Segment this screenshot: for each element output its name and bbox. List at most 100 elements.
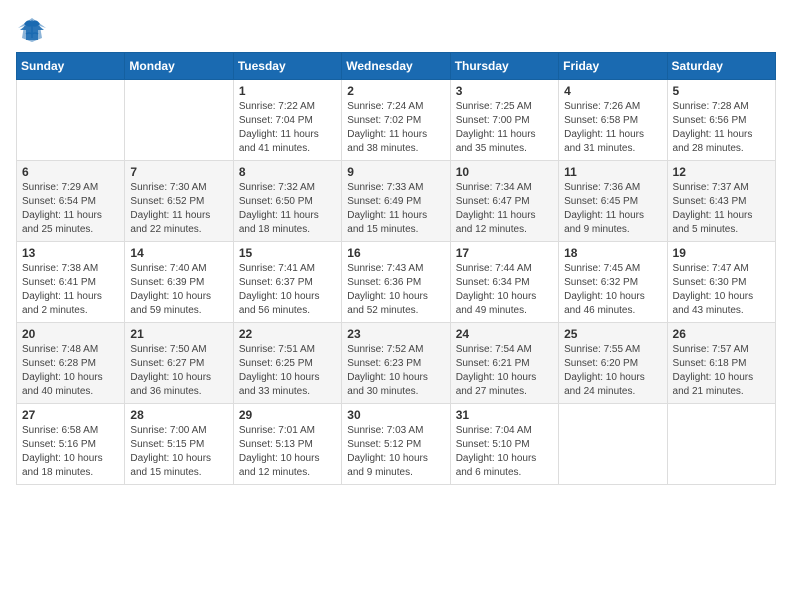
day-of-week-header: Wednesday bbox=[342, 53, 450, 80]
day-number: 26 bbox=[673, 327, 770, 341]
calendar-cell: 3Sunrise: 7:25 AM Sunset: 7:00 PM Daylig… bbox=[450, 80, 558, 161]
calendar-week-row: 6 Sunrise: 7:29 AM Sunset: 6:54 PM Daylig… bbox=[17, 161, 776, 242]
day-number: 23 bbox=[347, 327, 444, 341]
calendar-cell: 22 Sunrise: 7:51 AM Sunset: 6:25 PM Dayli… bbox=[233, 323, 341, 404]
calendar-cell bbox=[17, 80, 125, 161]
calendar-cell: 18Sunrise: 7:45 AM Sunset: 6:32 PM Dayli… bbox=[559, 242, 667, 323]
day-info: Sunrise: 7:36 AM Sunset: 6:45 PM Dayligh… bbox=[564, 181, 661, 237]
day-number: 22 bbox=[239, 327, 336, 341]
day-number: 24 bbox=[456, 327, 553, 341]
day-number: 3 bbox=[456, 84, 553, 98]
calendar-cell: 21Sunrise: 7:50 AM Sunset: 6:27 PM Dayli… bbox=[125, 323, 233, 404]
calendar-cell: 31 Sunrise: 7:04 AM Sunset: 5:10 PM Dayli… bbox=[450, 404, 558, 485]
day-info: Sunrise: 7:41 AM Sunset: 6:37 PM Dayligh… bbox=[239, 262, 336, 318]
day-info: Sunrise: 7:34 AM Sunset: 6:47 PM Dayligh… bbox=[456, 181, 553, 237]
calendar-cell: 13 Sunrise: 7:38 AM Sunset: 6:41 PM Dayli… bbox=[17, 242, 125, 323]
calendar-cell: 2Sunrise: 7:24 AM Sunset: 7:02 PM Daylig… bbox=[342, 80, 450, 161]
day-info: Sunrise: 7:55 AM Sunset: 6:20 PM Dayligh… bbox=[564, 343, 661, 399]
calendar-cell: 5 Sunrise: 7:28 AM Sunset: 6:56 PM Daylig… bbox=[667, 80, 775, 161]
day-of-week-header: Sunday bbox=[17, 53, 125, 80]
day-info: Sunrise: 7:47 AM Sunset: 6:30 PM Dayligh… bbox=[673, 262, 770, 318]
day-number: 29 bbox=[239, 408, 336, 422]
day-info: Sunrise: 7:04 AM Sunset: 5:10 PM Dayligh… bbox=[456, 424, 553, 480]
calendar-cell bbox=[125, 80, 233, 161]
calendar-cell: 11 Sunrise: 7:36 AM Sunset: 6:45 PM Dayli… bbox=[559, 161, 667, 242]
calendar-week-row: 27Sunrise: 6:58 AM Sunset: 5:16 PM Dayli… bbox=[17, 404, 776, 485]
logo-bird-icon bbox=[16, 16, 48, 44]
day-of-week-header: Thursday bbox=[450, 53, 558, 80]
day-info: Sunrise: 7:48 AM Sunset: 6:28 PM Dayligh… bbox=[22, 343, 119, 399]
calendar-cell: 10 Sunrise: 7:34 AM Sunset: 6:47 PM Dayli… bbox=[450, 161, 558, 242]
day-info: Sunrise: 7:03 AM Sunset: 5:12 PM Dayligh… bbox=[347, 424, 444, 480]
day-number: 10 bbox=[456, 165, 553, 179]
day-number: 19 bbox=[673, 246, 770, 260]
calendar-cell: 16 Sunrise: 7:43 AM Sunset: 6:36 PM Dayli… bbox=[342, 242, 450, 323]
calendar-cell: 29 Sunrise: 7:01 AM Sunset: 5:13 PM Dayli… bbox=[233, 404, 341, 485]
day-info: Sunrise: 7:28 AM Sunset: 6:56 PM Dayligh… bbox=[673, 100, 770, 156]
calendar-cell: 30 Sunrise: 7:03 AM Sunset: 5:12 PM Dayli… bbox=[342, 404, 450, 485]
day-number: 16 bbox=[347, 246, 444, 260]
day-number: 1 bbox=[239, 84, 336, 98]
day-number: 7 bbox=[130, 165, 227, 179]
calendar-cell: 17 Sunrise: 7:44 AM Sunset: 6:34 PM Dayli… bbox=[450, 242, 558, 323]
calendar-cell: 23 Sunrise: 7:52 AM Sunset: 6:23 PM Dayli… bbox=[342, 323, 450, 404]
day-number: 14 bbox=[130, 246, 227, 260]
day-of-week-header: Monday bbox=[125, 53, 233, 80]
day-number: 2 bbox=[347, 84, 444, 98]
day-info: Sunrise: 7:30 AM Sunset: 6:52 PM Dayligh… bbox=[130, 181, 227, 237]
calendar-cell: 6 Sunrise: 7:29 AM Sunset: 6:54 PM Daylig… bbox=[17, 161, 125, 242]
day-info: Sunrise: 7:44 AM Sunset: 6:34 PM Dayligh… bbox=[456, 262, 553, 318]
day-info: Sunrise: 7:26 AM Sunset: 6:58 PM Dayligh… bbox=[564, 100, 661, 156]
calendar-week-row: 20 Sunrise: 7:48 AM Sunset: 6:28 PM Dayli… bbox=[17, 323, 776, 404]
page-header bbox=[16, 16, 776, 44]
calendar-cell: 9 Sunrise: 7:33 AM Sunset: 6:49 PM Daylig… bbox=[342, 161, 450, 242]
calendar-week-row: 13 Sunrise: 7:38 AM Sunset: 6:41 PM Dayli… bbox=[17, 242, 776, 323]
day-info: Sunrise: 7:52 AM Sunset: 6:23 PM Dayligh… bbox=[347, 343, 444, 399]
day-number: 15 bbox=[239, 246, 336, 260]
day-number: 8 bbox=[239, 165, 336, 179]
logo bbox=[16, 16, 52, 44]
day-number: 25 bbox=[564, 327, 661, 341]
day-info: Sunrise: 7:22 AM Sunset: 7:04 PM Dayligh… bbox=[239, 100, 336, 156]
day-number: 12 bbox=[673, 165, 770, 179]
day-info: Sunrise: 7:51 AM Sunset: 6:25 PM Dayligh… bbox=[239, 343, 336, 399]
day-number: 30 bbox=[347, 408, 444, 422]
day-number: 9 bbox=[347, 165, 444, 179]
day-info: Sunrise: 7:29 AM Sunset: 6:54 PM Dayligh… bbox=[22, 181, 119, 237]
day-info: Sunrise: 7:57 AM Sunset: 6:18 PM Dayligh… bbox=[673, 343, 770, 399]
calendar-cell: 28 Sunrise: 7:00 AM Sunset: 5:15 PM Dayli… bbox=[125, 404, 233, 485]
day-number: 11 bbox=[564, 165, 661, 179]
day-number: 4 bbox=[564, 84, 661, 98]
day-of-week-header: Friday bbox=[559, 53, 667, 80]
calendar-table: SundayMondayTuesdayWednesdayThursdayFrid… bbox=[16, 52, 776, 485]
calendar-cell: 20 Sunrise: 7:48 AM Sunset: 6:28 PM Dayli… bbox=[17, 323, 125, 404]
calendar-header-row: SundayMondayTuesdayWednesdayThursdayFrid… bbox=[17, 53, 776, 80]
calendar-cell: 25 Sunrise: 7:55 AM Sunset: 6:20 PM Dayli… bbox=[559, 323, 667, 404]
day-of-week-header: Saturday bbox=[667, 53, 775, 80]
day-of-week-header: Tuesday bbox=[233, 53, 341, 80]
day-info: Sunrise: 7:50 AM Sunset: 6:27 PM Dayligh… bbox=[130, 343, 227, 399]
calendar-cell: 27Sunrise: 6:58 AM Sunset: 5:16 PM Dayli… bbox=[17, 404, 125, 485]
day-number: 6 bbox=[22, 165, 119, 179]
calendar-cell: 12Sunrise: 7:37 AM Sunset: 6:43 PM Dayli… bbox=[667, 161, 775, 242]
day-info: Sunrise: 7:01 AM Sunset: 5:13 PM Dayligh… bbox=[239, 424, 336, 480]
day-info: Sunrise: 7:43 AM Sunset: 6:36 PM Dayligh… bbox=[347, 262, 444, 318]
day-info: Sunrise: 7:40 AM Sunset: 6:39 PM Dayligh… bbox=[130, 262, 227, 318]
day-info: Sunrise: 7:33 AM Sunset: 6:49 PM Dayligh… bbox=[347, 181, 444, 237]
day-info: Sunrise: 7:38 AM Sunset: 6:41 PM Dayligh… bbox=[22, 262, 119, 318]
calendar-cell: 8 Sunrise: 7:32 AM Sunset: 6:50 PM Daylig… bbox=[233, 161, 341, 242]
day-number: 17 bbox=[456, 246, 553, 260]
day-info: Sunrise: 7:54 AM Sunset: 6:21 PM Dayligh… bbox=[456, 343, 553, 399]
day-number: 20 bbox=[22, 327, 119, 341]
calendar-cell: 19 Sunrise: 7:47 AM Sunset: 6:30 PM Dayli… bbox=[667, 242, 775, 323]
day-number: 28 bbox=[130, 408, 227, 422]
day-info: Sunrise: 7:32 AM Sunset: 6:50 PM Dayligh… bbox=[239, 181, 336, 237]
calendar-cell: 15 Sunrise: 7:41 AM Sunset: 6:37 PM Dayli… bbox=[233, 242, 341, 323]
day-info: Sunrise: 7:00 AM Sunset: 5:15 PM Dayligh… bbox=[130, 424, 227, 480]
calendar-cell: 24 Sunrise: 7:54 AM Sunset: 6:21 PM Dayli… bbox=[450, 323, 558, 404]
day-number: 13 bbox=[22, 246, 119, 260]
calendar-cell bbox=[667, 404, 775, 485]
day-number: 27 bbox=[22, 408, 119, 422]
day-number: 5 bbox=[673, 84, 770, 98]
day-number: 31 bbox=[456, 408, 553, 422]
